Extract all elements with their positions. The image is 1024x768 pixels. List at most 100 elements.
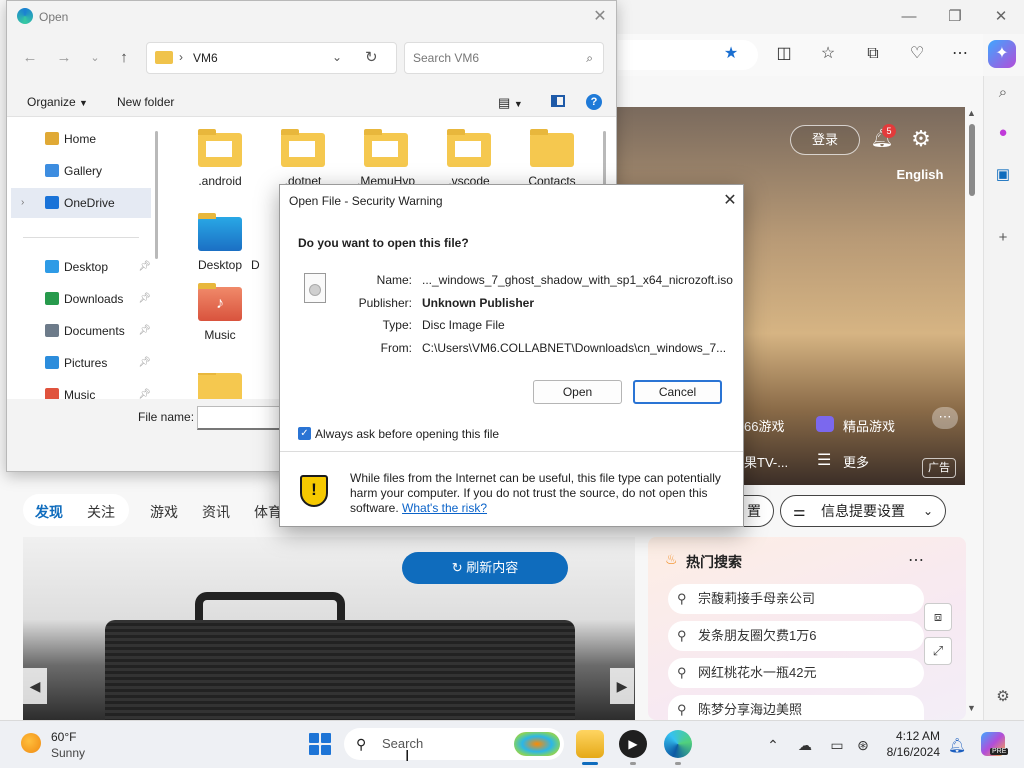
pin-icon[interactable]: 📌︎ [138, 316, 151, 346]
display-icon[interactable]: ▭ [827, 735, 847, 755]
search-highlight-image[interactable] [514, 732, 560, 756]
up-arrow-icon[interactable]: ↑ [113, 47, 135, 69]
folder-item[interactable]: .MemuHyp [351, 129, 421, 188]
split-screen-icon[interactable]: ◫ [770, 40, 798, 68]
nav-item-music[interactable]: Music 📌︎ [11, 380, 151, 399]
file-name-input[interactable] [197, 406, 287, 430]
media-player-icon[interactable]: ▶ [619, 730, 647, 758]
more-options-icon[interactable]: ⋯ [946, 40, 974, 68]
hero-link-more[interactable]: 更多 [843, 452, 869, 471]
file-list-scrollbar[interactable] [603, 131, 606, 191]
feed-tab-discover[interactable]: 发现 [35, 502, 63, 522]
collections-icon[interactable]: ⧉ [859, 40, 887, 68]
new-folder-button[interactable]: New folder [117, 95, 174, 109]
hot-search-item[interactable]: ⚲ 陈梦分享海边美照 [668, 695, 924, 720]
expand-icon[interactable]: ⤢ [924, 637, 952, 665]
browser-essentials-icon[interactable]: ♡ [903, 40, 931, 68]
recent-locations-chevron-icon[interactable]: ⌄ [84, 47, 106, 69]
chevron-down-icon[interactable]: ⌄ [332, 50, 342, 64]
close-icon[interactable]: ✕ [986, 6, 1016, 28]
always-ask-checkbox[interactable]: ✓ [298, 427, 311, 440]
sidebar-outlook-icon[interactable]: ▣ [990, 162, 1016, 188]
view-options-icon[interactable]: ▤ ▼ [498, 95, 523, 111]
hot-search-more-icon[interactable]: ⋯ [908, 550, 924, 570]
sidebar-search-icon[interactable]: ⌕ [990, 80, 1016, 106]
clock-date[interactable]: 8/16/2024 [870, 745, 940, 759]
hero-link-featured-games[interactable]: 精品游戏 [843, 416, 895, 435]
network-offline-icon[interactable]: ☁ [795, 735, 815, 755]
preview-pane-icon[interactable] [551, 95, 565, 107]
favorites-icon[interactable]: ☆ [814, 40, 842, 68]
organize-button[interactable]: Organize ▼ [27, 95, 88, 109]
windows-start-icon[interactable] [309, 733, 331, 755]
carousel-prev-icon[interactable]: ◀ [23, 668, 47, 704]
close-icon[interactable]: ✕ [589, 6, 611, 28]
file-explorer-icon[interactable] [576, 730, 604, 758]
nav-item-documents[interactable]: Documents 📌︎ [11, 316, 151, 346]
copilot-icon[interactable]: ✦ [988, 40, 1016, 68]
sidebar-copilot-icon[interactable]: ● [990, 120, 1016, 146]
folder-item[interactable]: .dotnet [268, 129, 338, 188]
folder-item[interactable]: .android [185, 129, 255, 188]
pin-icon[interactable]: 📌︎ [138, 348, 151, 378]
nav-item-home[interactable]: Home [11, 124, 151, 154]
feed-tab-sports[interactable]: 体育 [254, 502, 282, 522]
pin-icon[interactable]: 📌︎ [138, 284, 151, 314]
hero-link-games-66[interactable]: 66游戏 [744, 416, 784, 435]
minimize-icon[interactable]: — [894, 6, 924, 28]
folder-item[interactable]: D [251, 217, 281, 272]
hero-more-icon[interactable]: ⋯ [932, 407, 958, 429]
language-link[interactable]: English [890, 167, 950, 185]
favorite-star-icon[interactable]: ★ [717, 40, 745, 68]
feed-tab-news[interactable]: 资讯 [202, 502, 230, 522]
restore-icon[interactable]: ❐ [940, 6, 970, 28]
breadcrumb-current[interactable]: VM6 [193, 51, 218, 65]
page-scrollbar-thumb[interactable] [969, 124, 975, 196]
login-button[interactable]: 登录 [790, 125, 860, 155]
address-breadcrumb[interactable]: › VM6 ⌄ ↻ [146, 42, 397, 74]
open-button[interactable]: Open [533, 380, 622, 404]
page-settings-gear-icon[interactable]: ⚙ [908, 126, 934, 152]
folder-item[interactable]: ♪ Music [185, 283, 255, 342]
folder-item[interactable] [185, 373, 255, 399]
weather-condition[interactable]: Sunny [51, 746, 85, 760]
show-hidden-icons-chevron-icon[interactable]: ⌃ [763, 735, 783, 755]
feed-tab-following[interactable]: 关注 [87, 502, 115, 522]
pin-icon[interactable]: 📌︎ [138, 380, 151, 399]
carousel-next-icon[interactable]: ▶ [610, 668, 634, 704]
expand-chevron-icon[interactable]: › [21, 188, 24, 218]
forward-arrow-icon[interactable]: → [53, 47, 75, 69]
folder-item[interactable]: Desktop [185, 213, 255, 272]
hot-search-item[interactable]: ⚲ 宗馥莉接手母亲公司 [668, 584, 924, 614]
feed-tab-games[interactable]: 游戏 [150, 502, 178, 522]
nav-item-onedrive[interactable]: › OneDrive [11, 188, 151, 218]
hero-link-tv[interactable]: 果TV-... [744, 452, 788, 471]
always-ask-label[interactable]: Always ask before opening this file [315, 427, 499, 441]
edge-browser-icon[interactable] [664, 730, 692, 758]
hot-search-item[interactable]: ⚲ 发条朋友圈欠费1万6 [668, 621, 924, 651]
cancel-button[interactable]: Cancel [633, 380, 722, 404]
help-icon[interactable]: ? [586, 94, 602, 110]
close-icon[interactable]: ✕ [720, 191, 740, 211]
clock-time[interactable]: 4:12 AM [888, 729, 940, 743]
feed-settings-button[interactable]: ⚌ 信息提要设置 ⌄ [780, 495, 946, 527]
whats-the-risk-link[interactable]: What's the risk? [402, 501, 487, 515]
notifications-bell-icon[interactable]: 🔔︎ [947, 735, 967, 755]
back-arrow-icon[interactable]: ← [19, 47, 41, 69]
pin-icon[interactable]: 📌︎ [138, 252, 151, 282]
sun-icon[interactable] [21, 733, 41, 753]
scroll-up-icon[interactable]: ▲ [967, 108, 976, 118]
nav-item-pictures[interactable]: Pictures 📌︎ [11, 348, 151, 378]
weather-temperature[interactable]: 60°F [51, 730, 76, 744]
page-scrollbar[interactable] [965, 107, 979, 719]
nav-item-downloads[interactable]: Downloads 📌︎ [11, 284, 151, 314]
refresh-content-button[interactable]: ↻ 刷新内容 [402, 552, 568, 584]
scroll-down-icon[interactable]: ▼ [967, 703, 976, 713]
screenshot-tool-icon[interactable]: ⧈ [924, 603, 952, 631]
nav-item-desktop[interactable]: Desktop 📌︎ [11, 252, 151, 282]
nav-pane-scrollbar[interactable] [155, 131, 158, 259]
sidebar-settings-icon[interactable]: ⚙ [990, 684, 1016, 710]
folder-item[interactable]: Contacts [517, 129, 587, 188]
sidebar-add-icon[interactable]: + [990, 225, 1016, 251]
nav-item-gallery[interactable]: Gallery [11, 156, 151, 186]
